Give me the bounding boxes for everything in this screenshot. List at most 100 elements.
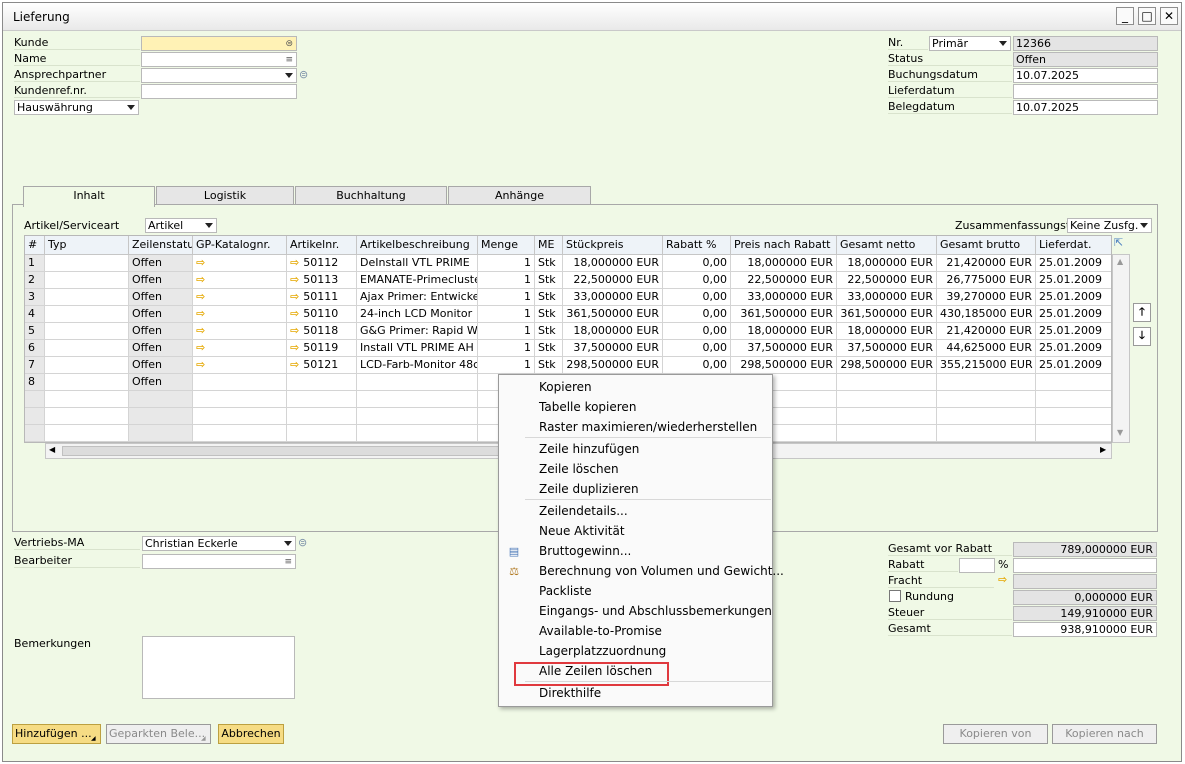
table-cell[interactable]: ⇨ (193, 340, 287, 357)
scroll-down-icon[interactable]: ▼ (1117, 428, 1123, 437)
empty-cell[interactable] (287, 391, 357, 408)
table-cell[interactable]: 22,500000 EUR (563, 272, 663, 289)
bearbeiter-field[interactable]: ≡ (142, 554, 296, 569)
empty-cell[interactable] (837, 391, 937, 408)
hinzufuegen-button[interactable]: Hinzufügen ... (12, 724, 101, 744)
link-arrow-icon[interactable]: ⇨ (196, 323, 205, 339)
table-cell[interactable]: Offen (129, 357, 193, 374)
minimize-icon[interactable]: _ (1116, 7, 1134, 25)
table-cell[interactable]: 25.01.2009 (1036, 340, 1111, 357)
tab-buchhaltung[interactable]: Buchhaltung (295, 186, 447, 205)
table-cell[interactable]: 18,000000 EUR (563, 255, 663, 272)
close-icon[interactable]: ✕ (1160, 7, 1178, 25)
link-arrow-icon[interactable]: ⇨ (196, 340, 205, 356)
table-cell[interactable]: 22,500000 EUR (837, 272, 937, 289)
col-stueckpreis-header[interactable]: Stückpreis (563, 236, 663, 255)
menu-item-4[interactable]: Zeile hinzufügen (539, 440, 639, 458)
table-cell[interactable]: 1 (25, 255, 45, 272)
table-cell[interactable] (45, 289, 129, 306)
col-rabatt-header[interactable]: Rabatt % (663, 236, 731, 255)
table-cell[interactable] (45, 306, 129, 323)
empty-cell[interactable] (45, 391, 129, 408)
empty-cell[interactable] (129, 391, 193, 408)
table-cell[interactable]: Install VTL PRIME AH (357, 340, 478, 357)
link-icon[interactable]: ⊜ (298, 536, 307, 549)
col-artikelbeschreibung-header[interactable]: Artikelbeschreibung (357, 236, 478, 255)
empty-cell[interactable] (129, 408, 193, 425)
empty-cell[interactable] (193, 425, 287, 442)
geparkt-button[interactable]: Geparkten Bele... (106, 724, 211, 744)
link-arrow-icon[interactable]: ⇨ (290, 306, 299, 322)
col-gesamt-netto-header[interactable]: Gesamt netto (837, 236, 937, 255)
col-preis-nach-rabatt-header[interactable]: Preis nach Rabatt (731, 236, 837, 255)
scroll-right-icon[interactable]: ▶ (1100, 445, 1106, 454)
move-row-up-button[interactable]: 🡑 (1133, 303, 1151, 322)
table-cell[interactable]: ⇨ (193, 289, 287, 306)
vertical-scrollbar[interactable]: ▲ ▼ (1112, 254, 1130, 443)
table-cell[interactable]: 25.01.2009 (1036, 272, 1111, 289)
link-arrow-icon[interactable]: ⇨ (196, 357, 205, 373)
table-cell[interactable]: 8 (25, 374, 45, 391)
zusammenfassung-dropdown[interactable]: Keine Zusfg. (1067, 218, 1152, 233)
empty-cell[interactable] (25, 408, 45, 425)
table-cell[interactable]: ⇨ (193, 255, 287, 272)
table-cell[interactable]: 0,00 (663, 255, 731, 272)
table-cell[interactable]: 361,500000 EUR (837, 306, 937, 323)
table-cell[interactable] (1036, 374, 1111, 391)
link-arrow-icon[interactable]: ⇨ (196, 289, 205, 305)
table-cell[interactable]: 18,000000 EUR (731, 255, 837, 272)
table-cell[interactable]: 25.01.2009 (1036, 306, 1111, 323)
table-cell[interactable]: ⇨ 50111 (287, 289, 357, 306)
expand-grid-icon[interactable]: ⇱ (1114, 236, 1123, 249)
table-cell[interactable]: Offen (129, 272, 193, 289)
menu-item-3[interactable]: Raster maximieren/wiederherstellen (539, 418, 757, 436)
table-cell[interactable]: 5 (25, 323, 45, 340)
table-cell[interactable] (193, 374, 287, 391)
lieferdatum-field[interactable] (1013, 84, 1158, 99)
empty-cell[interactable] (357, 425, 478, 442)
table-cell[interactable]: 21,420000 EUR (937, 255, 1036, 272)
table-cell[interactable]: 0,00 (663, 289, 731, 306)
table-cell[interactable]: 18,000000 EUR (731, 323, 837, 340)
table-cell[interactable]: 33,000000 EUR (731, 289, 837, 306)
menu-item-5[interactable]: Zeile löschen (539, 460, 619, 478)
table-cell[interactable]: 44,625000 EUR (937, 340, 1036, 357)
empty-cell[interactable] (357, 391, 478, 408)
table-cell[interactable]: 298,500000 EUR (837, 357, 937, 374)
table-cell[interactable]: 0,00 (663, 357, 731, 374)
table-cell[interactable]: 0,00 (663, 306, 731, 323)
link-arrow-icon[interactable]: ⇨ (290, 272, 299, 288)
table-cell[interactable]: 1 (478, 357, 535, 374)
table-cell[interactable]: ⇨ (193, 323, 287, 340)
table-cell[interactable]: Stk (535, 272, 563, 289)
table-cell[interactable]: Offen (129, 374, 193, 391)
table-cell[interactable]: 22,500000 EUR (731, 272, 837, 289)
empty-cell[interactable] (937, 408, 1036, 425)
abbrechen-button[interactable]: Abbrechen (218, 724, 284, 744)
link-arrow-icon[interactable]: ⇨ (196, 272, 205, 288)
kopieren-von-button[interactable]: Kopieren von (943, 724, 1048, 744)
empty-cell[interactable] (837, 408, 937, 425)
table-cell[interactable]: ⇨ 50112 (287, 255, 357, 272)
table-cell[interactable]: 1 (478, 340, 535, 357)
empty-cell[interactable] (193, 408, 287, 425)
tab-anhaenge[interactable]: Anhänge (448, 186, 591, 205)
menu-item-9[interactable]: Bruttogewinn... (539, 542, 631, 560)
table-cell[interactable] (45, 357, 129, 374)
table-cell[interactable]: 1 (478, 272, 535, 289)
table-cell[interactable]: 4 (25, 306, 45, 323)
table-cell[interactable]: 25.01.2009 (1036, 255, 1111, 272)
col-me-header[interactable]: ME (535, 236, 563, 255)
col-lieferdat-header[interactable]: Lieferdat. (1036, 236, 1111, 255)
link-arrow-icon[interactable]: ⇨ (290, 340, 299, 356)
table-cell[interactable]: 3 (25, 289, 45, 306)
list-icon[interactable]: ≡ (284, 556, 292, 568)
rabatt-percent-field[interactable] (959, 558, 995, 573)
scroll-up-icon[interactable]: ▲ (1117, 257, 1123, 266)
table-cell[interactable]: ⇨ 50118 (287, 323, 357, 340)
split-arrow-icon[interactable]: ◢ (91, 735, 96, 742)
artikel-serviceart-dropdown[interactable]: Artikel (145, 218, 217, 233)
link-arrow-icon[interactable]: ⇨ (290, 323, 299, 339)
table-cell[interactable]: 25.01.2009 (1036, 357, 1111, 374)
split-arrow-icon[interactable]: ◢ (201, 735, 206, 742)
